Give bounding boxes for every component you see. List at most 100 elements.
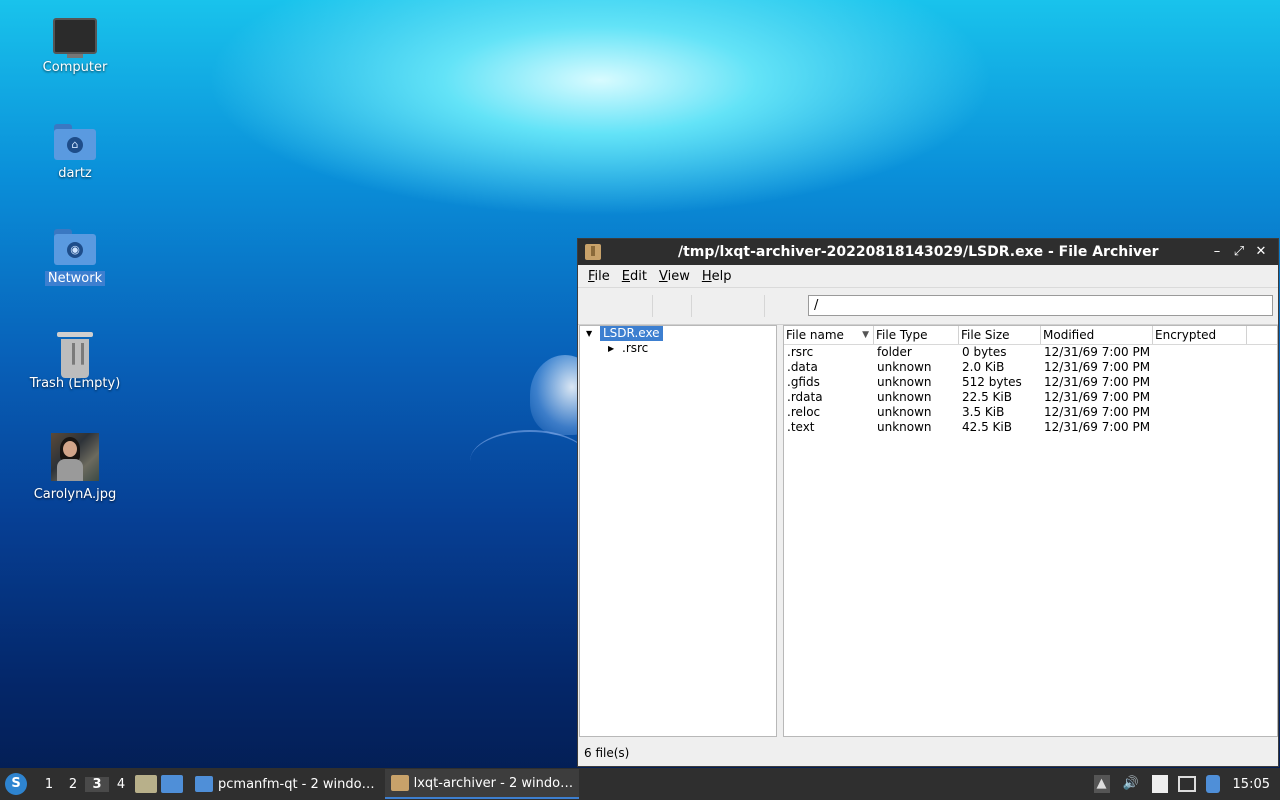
workspace-1[interactable]: 1 (37, 777, 61, 792)
task-lxqt-archiver[interactable]: lxqt-archiver - 2 windo… (384, 769, 580, 799)
column-header-encrypted[interactable]: Encrypted (1153, 326, 1247, 344)
cell-type: unknown (877, 375, 932, 389)
tree-item-label: LSDR.exe (600, 326, 663, 341)
cell-name: .reloc (787, 405, 821, 419)
cell-modified: 12/31/69 7:00 PM (1044, 360, 1151, 374)
folder-tree: ▼ LSDR.exe ▶ .rsrc (579, 325, 777, 737)
tree-item-rsrc[interactable]: ▶ .rsrc (580, 341, 776, 356)
close-button[interactable]: ✕ (1250, 239, 1272, 265)
table-row[interactable]: .data unknown 2.0 KiB 12/31/69 7:00 PM (784, 360, 1277, 375)
tray-expand-icon[interactable]: ▲ (1093, 775, 1110, 793)
trash-icon (57, 332, 93, 378)
table-row[interactable]: .reloc unknown 3.5 KiB 12/31/69 7:00 PM (784, 405, 1277, 420)
taskbar: S 1 2 3 4 pcmanfm-qt - 2 windo… lxqt-arc… (0, 768, 1280, 800)
volume-icon[interactable]: 🔊 (1120, 775, 1142, 793)
cell-name: .rsrc (787, 345, 814, 359)
desktop-icon-computer[interactable]: Computer (20, 18, 130, 75)
network-folder-icon: ◉ (54, 229, 96, 265)
cell-encrypted (1153, 375, 1247, 390)
cell-name: .gfids (787, 375, 820, 389)
path-input[interactable] (808, 295, 1273, 316)
desktop-icon-label: Trash (Empty) (29, 376, 121, 391)
file-list: File name ▼ File Type File Size Modified … (783, 325, 1278, 737)
archive-icon (585, 244, 601, 260)
cell-modified: 12/31/69 7:00 PM (1044, 405, 1151, 419)
cell-size: 42.5 KiB (962, 420, 1012, 434)
system-tray: ▲ 🔊 15:05 (1089, 768, 1280, 800)
column-header-name[interactable]: File name ▼ (784, 326, 874, 344)
cell-modified: 12/31/69 7:00 PM (1044, 420, 1151, 434)
cell-modified: 12/31/69 7:00 PM (1044, 375, 1151, 389)
desktop-icon-network[interactable]: ◉ Network (20, 229, 130, 286)
cell-type: unknown (877, 420, 932, 434)
table-row[interactable]: .rdata unknown 22.5 KiB 12/31/69 7:00 PM (784, 390, 1277, 405)
cell-type: folder (877, 345, 912, 359)
column-header-type[interactable]: File Type (874, 326, 959, 344)
table-row[interactable]: .text unknown 42.5 KiB 12/31/69 7:00 PM (784, 420, 1277, 435)
wallpaper-jellyfish-tentacles (470, 430, 590, 492)
table-row[interactable]: .gfids unknown 512 bytes 12/31/69 7:00 P… (784, 375, 1277, 390)
image-thumbnail-icon (51, 433, 99, 481)
start-menu-icon[interactable]: S (5, 773, 27, 795)
clipboard-icon[interactable] (1151, 775, 1168, 793)
menubar: File Edit View Help (578, 265, 1278, 287)
cell-encrypted (1153, 345, 1247, 360)
tree-item-root[interactable]: ▼ LSDR.exe (580, 326, 776, 341)
folder-icon (195, 776, 213, 792)
file-manager-launcher-icon[interactable] (135, 775, 157, 793)
cell-name: .data (787, 360, 818, 374)
desktop-icon-label: dartz (58, 166, 92, 181)
task-pcmanfm[interactable]: pcmanfm-qt - 2 windo… (189, 769, 381, 799)
toolbar-up-button[interactable] (692, 291, 764, 321)
table-row[interactable]: .rsrc folder 0 bytes 12/31/69 7:00 PM (784, 345, 1277, 360)
cell-modified: 12/31/69 7:00 PM (1044, 345, 1151, 359)
cell-size: 3.5 KiB (962, 405, 1005, 419)
menu-help[interactable]: Help (696, 269, 738, 284)
home-folder-icon: ⌂ (54, 124, 96, 160)
file-list-header: File name ▼ File Type File Size Modified … (784, 326, 1277, 345)
status-bar: 6 file(s) (584, 746, 630, 760)
cell-type: unknown (877, 405, 932, 419)
desktop-icon-label: Computer (42, 60, 108, 75)
minimize-button[interactable]: – (1206, 239, 1228, 265)
desktop-icon-label: Network (44, 271, 106, 286)
archive-icon (390, 775, 409, 791)
desktop-icon-home[interactable]: ⌂ dartz (20, 124, 130, 181)
maximize-button[interactable]: ⤢ (1228, 239, 1250, 265)
toolbar-forward-button[interactable] (653, 291, 691, 321)
cell-encrypted (1153, 360, 1247, 375)
clock[interactable]: 15:05 (1233, 777, 1270, 792)
computer-icon (53, 18, 97, 58)
menu-edit[interactable]: Edit (616, 269, 653, 284)
desktop-icon-image-file[interactable]: CarolynA.jpg (20, 433, 130, 502)
window-titlebar[interactable]: /tmp/lxqt-archiver-20220818143029/LSDR.e… (578, 239, 1278, 265)
show-desktop-icon[interactable] (161, 775, 183, 793)
cell-name: .rdata (787, 390, 823, 404)
cell-encrypted (1153, 390, 1247, 405)
cell-encrypted (1153, 405, 1247, 420)
window-title: /tmp/lxqt-archiver-20220818143029/LSDR.e… (678, 244, 1159, 260)
collapse-arrow-icon[interactable]: ▶ (608, 341, 614, 356)
workspace-2[interactable]: 2 (61, 777, 85, 792)
sort-descending-icon: ▼ (862, 330, 869, 340)
expand-arrow-icon[interactable]: ▼ (586, 326, 592, 341)
toolbar-back-button[interactable] (578, 291, 652, 321)
menu-file[interactable]: File (582, 269, 616, 284)
network-icon[interactable] (1177, 776, 1196, 792)
cell-size: 2.0 KiB (962, 360, 1005, 374)
cell-modified: 12/31/69 7:00 PM (1044, 390, 1151, 404)
task-label: pcmanfm-qt - 2 windo… (218, 776, 375, 792)
column-header-size[interactable]: File Size (959, 326, 1041, 344)
workspace-3[interactable]: 3 (85, 776, 109, 792)
desktop-icon-trash[interactable]: Trash (Empty) (20, 332, 130, 391)
cell-size: 512 bytes (962, 375, 1022, 389)
toolbar-home-button[interactable] (765, 291, 805, 321)
cell-size: 22.5 KiB (962, 390, 1012, 404)
notification-icon[interactable] (1205, 775, 1220, 793)
menu-view[interactable]: View (653, 269, 696, 284)
workspace-4[interactable]: 4 (109, 777, 133, 792)
column-header-modified[interactable]: Modified (1041, 326, 1153, 344)
file-archiver-window: /tmp/lxqt-archiver-20220818143029/LSDR.e… (577, 238, 1279, 767)
cell-size: 0 bytes (962, 345, 1007, 359)
cell-type: unknown (877, 360, 932, 374)
